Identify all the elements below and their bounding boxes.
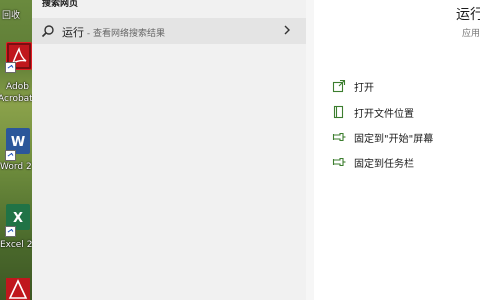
pin-to-start-label: 固定到"开始"屏幕 bbox=[354, 134, 434, 145]
panel-divider bbox=[306, 0, 314, 300]
shortcut-arrow-icon bbox=[5, 226, 16, 237]
chevron-right-icon[interactable] bbox=[282, 24, 292, 36]
result-text: 运行 - 查看网络搜索结果 bbox=[62, 24, 165, 40]
open-action[interactable]: 打开 bbox=[332, 76, 472, 96]
file-location-icon bbox=[333, 105, 344, 119]
acrobat-label-line1: Adob bbox=[6, 82, 29, 92]
svg-text:W: W bbox=[11, 135, 25, 150]
app-title: 运行 bbox=[456, 7, 480, 23]
open-file-location-label: 打开文件位置 bbox=[354, 109, 414, 120]
search-results-panel: 搜索网页 运行 - 查看网络搜索结果 bbox=[32, 0, 306, 300]
web-search-result[interactable]: 运行 - 查看网络搜索结果 bbox=[32, 18, 306, 44]
open-file-location-action[interactable]: 打开文件位置 bbox=[332, 102, 472, 122]
desktop-strip: 回收 Adob Acrobat W Word 2 X Excel 2 bbox=[0, 0, 32, 300]
open-label: 打开 bbox=[354, 83, 374, 94]
pin-icon bbox=[332, 132, 346, 142]
open-icon bbox=[332, 79, 346, 93]
app-subtitle: 应用 bbox=[461, 29, 480, 39]
adobe-app-icon-partial[interactable] bbox=[6, 278, 30, 300]
word-label: Word 2 bbox=[0, 162, 32, 172]
shortcut-arrow-icon bbox=[5, 150, 16, 161]
excel-label: Excel 2 bbox=[0, 240, 32, 250]
search-icon bbox=[41, 25, 54, 38]
section-title: 搜索网页 bbox=[42, 0, 79, 9]
shortcut-arrow-icon bbox=[5, 62, 16, 73]
pin-to-start-action[interactable]: 固定到"开始"屏幕 bbox=[332, 127, 472, 147]
pin-to-taskbar-action[interactable]: 固定到任务栏 bbox=[332, 152, 472, 172]
recycle-bin-label[interactable]: 回收 bbox=[2, 8, 20, 21]
pin-to-taskbar-label: 固定到任务栏 bbox=[354, 159, 414, 170]
pin-icon bbox=[332, 157, 346, 167]
acrobat-label-line2: Acrobat bbox=[0, 94, 32, 104]
result-sub: - 查看网络搜索结果 bbox=[84, 29, 165, 39]
result-main: 运行 bbox=[62, 26, 84, 39]
svg-text:X: X bbox=[13, 211, 23, 226]
app-detail-panel: 运行 应用 打开 打开文件位置 固定到"开始"屏幕 固定到任务栏 bbox=[314, 0, 480, 300]
